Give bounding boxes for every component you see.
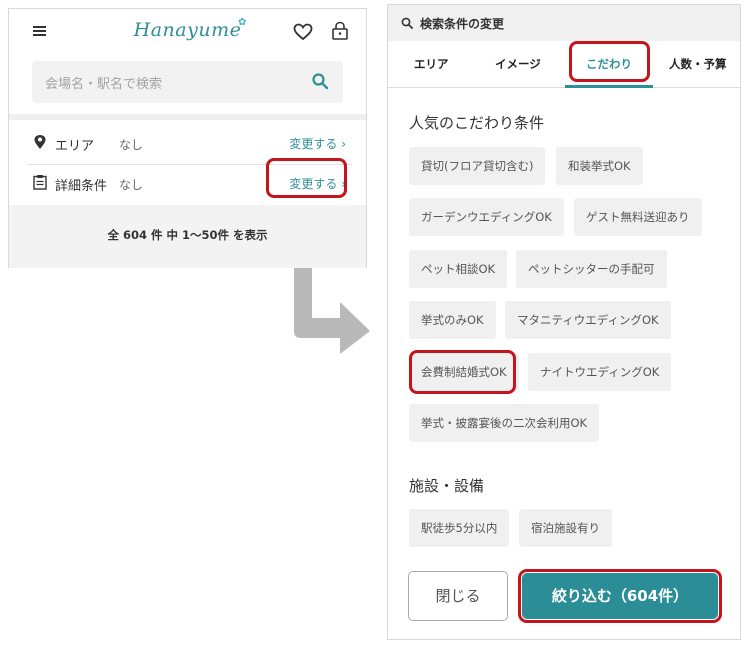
area-value: なし [119,138,144,152]
flow-arrow-icon [294,268,370,354]
search-condition-modal: 検索条件の変更 エリア イメージ こだわり 人数・予算 人気のこだわり条件 貸切… [387,4,741,640]
chip-after-party[interactable]: 挙式・披露宴後の二次会利用OK [409,404,600,442]
chip-guest-shuttle[interactable]: ゲスト無料送迎あり [574,198,702,236]
tab-area[interactable]: エリア [414,56,449,72]
chip-station-5min[interactable]: 駅徒歩5分以内 [409,509,510,547]
section-title-popular: 人気のこだわり条件 [409,114,545,132]
result-count-text: 全 604 件 中 1〜50件 を表示 [107,228,268,242]
chip-ceremony-only[interactable]: 挙式のみOK [409,301,496,339]
chip-pet-ok[interactable]: ペット相談OK [409,250,508,288]
tab-bar: エリア イメージ こだわり 人数・予算 [388,41,740,88]
map-pin-icon [34,135,46,149]
highlight-tab-kodawari [569,41,650,82]
tab-image[interactable]: イメージ [495,56,541,72]
area-change-link[interactable]: 変更する › [289,135,346,152]
active-tab-indicator [565,85,653,88]
divider [9,114,366,120]
highlight-apply-button [518,569,722,623]
area-label: エリア [55,139,95,154]
chip-japanese-ceremony[interactable]: 和装挙式OK [556,147,643,185]
section-title-facilities: 施設・設備 [409,477,485,495]
heart-icon[interactable] [293,23,313,41]
search-icon[interactable] [311,72,329,90]
chip-garden-wedding[interactable]: ガーデンウエディングOK [409,198,564,236]
chip-private-hire[interactable]: 貸切(フロア貸切含む) [409,147,546,185]
modal-header: 検索条件の変更 [388,5,740,41]
detail-value: なし [119,178,144,192]
result-count-bar: 全 604 件 中 1〜50件 を表示 [9,205,366,268]
chip-pet-sitter[interactable]: ペットシッターの手配可 [516,250,667,288]
modal-title: 検索条件の変更 [420,17,505,31]
chip-night-wedding[interactable]: ナイトウエディングOK [528,353,672,391]
hamburger-menu-icon[interactable] [33,26,46,36]
lock-icon[interactable] [331,21,349,41]
search-placeholder: 会場名・駅名で検索 [45,77,163,92]
logo-flower-icon: ✿ [238,17,247,28]
search-panel: Hanayume ✿ 会場名・駅名で検索 エリア なし 変更する › 詳細条件 … [8,8,367,268]
clipboard-icon [33,175,47,190]
tab-guests-budget[interactable]: 人数・予算 [669,56,727,72]
detail-label: 詳細条件 [55,179,108,194]
search-icon [401,17,413,29]
highlight-detail-link [266,158,347,198]
chip-lodging[interactable]: 宿泊施設有り [519,509,612,547]
chip-maternity-wedding[interactable]: マタニティウエディングOK [505,301,671,339]
search-input[interactable]: 会場名・駅名で検索 [32,61,343,103]
highlight-chip-fee-based [409,350,516,394]
app-header: Hanayume ✿ [9,9,366,53]
close-button[interactable]: 閉じる [408,571,508,621]
